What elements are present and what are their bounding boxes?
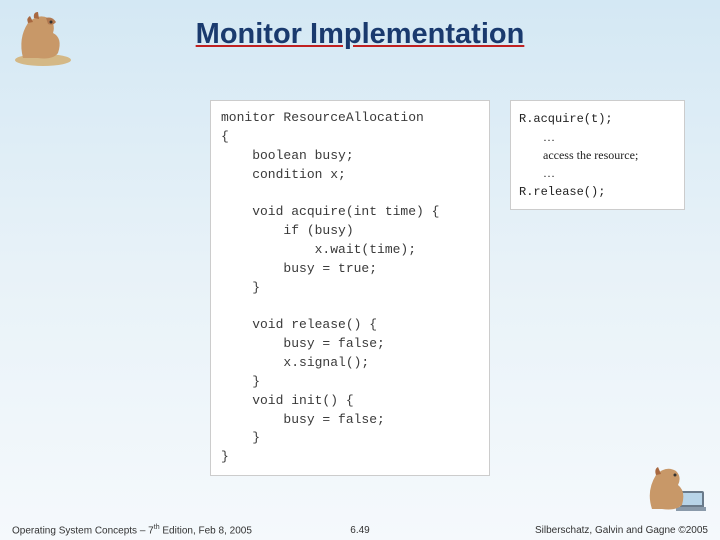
monitor-code-block: monitor ResourceAllocation { boolean bus… <box>210 100 490 476</box>
slide-title: Monitor Implementation <box>0 18 720 51</box>
slide-footer: Operating System Concepts – 7th Edition,… <box>0 520 720 540</box>
usage-line-3: access the resource; <box>519 146 676 164</box>
title-text: Monitor Implementation <box>196 18 525 50</box>
usage-line-2: … <box>519 128 676 146</box>
footer-left-a: Operating System Concepts – 7 <box>12 525 154 536</box>
footer-right: Silberschatz, Galvin and Gagne ©2005 <box>535 525 708 536</box>
usage-line-4: … <box>519 164 676 182</box>
footer-left-b: Edition, Feb 8, 2005 <box>160 525 252 536</box>
usage-line-1: R.acquire(t); <box>519 112 613 126</box>
footer-left: Operating System Concepts – 7th Edition,… <box>12 524 252 536</box>
usage-code-block: R.acquire(t); … access the resource; … R… <box>510 100 685 210</box>
usage-line-5: R.release(); <box>519 185 605 199</box>
dinosaur-mascot-bottom <box>642 461 712 516</box>
slide-number: 6.49 <box>350 525 369 536</box>
